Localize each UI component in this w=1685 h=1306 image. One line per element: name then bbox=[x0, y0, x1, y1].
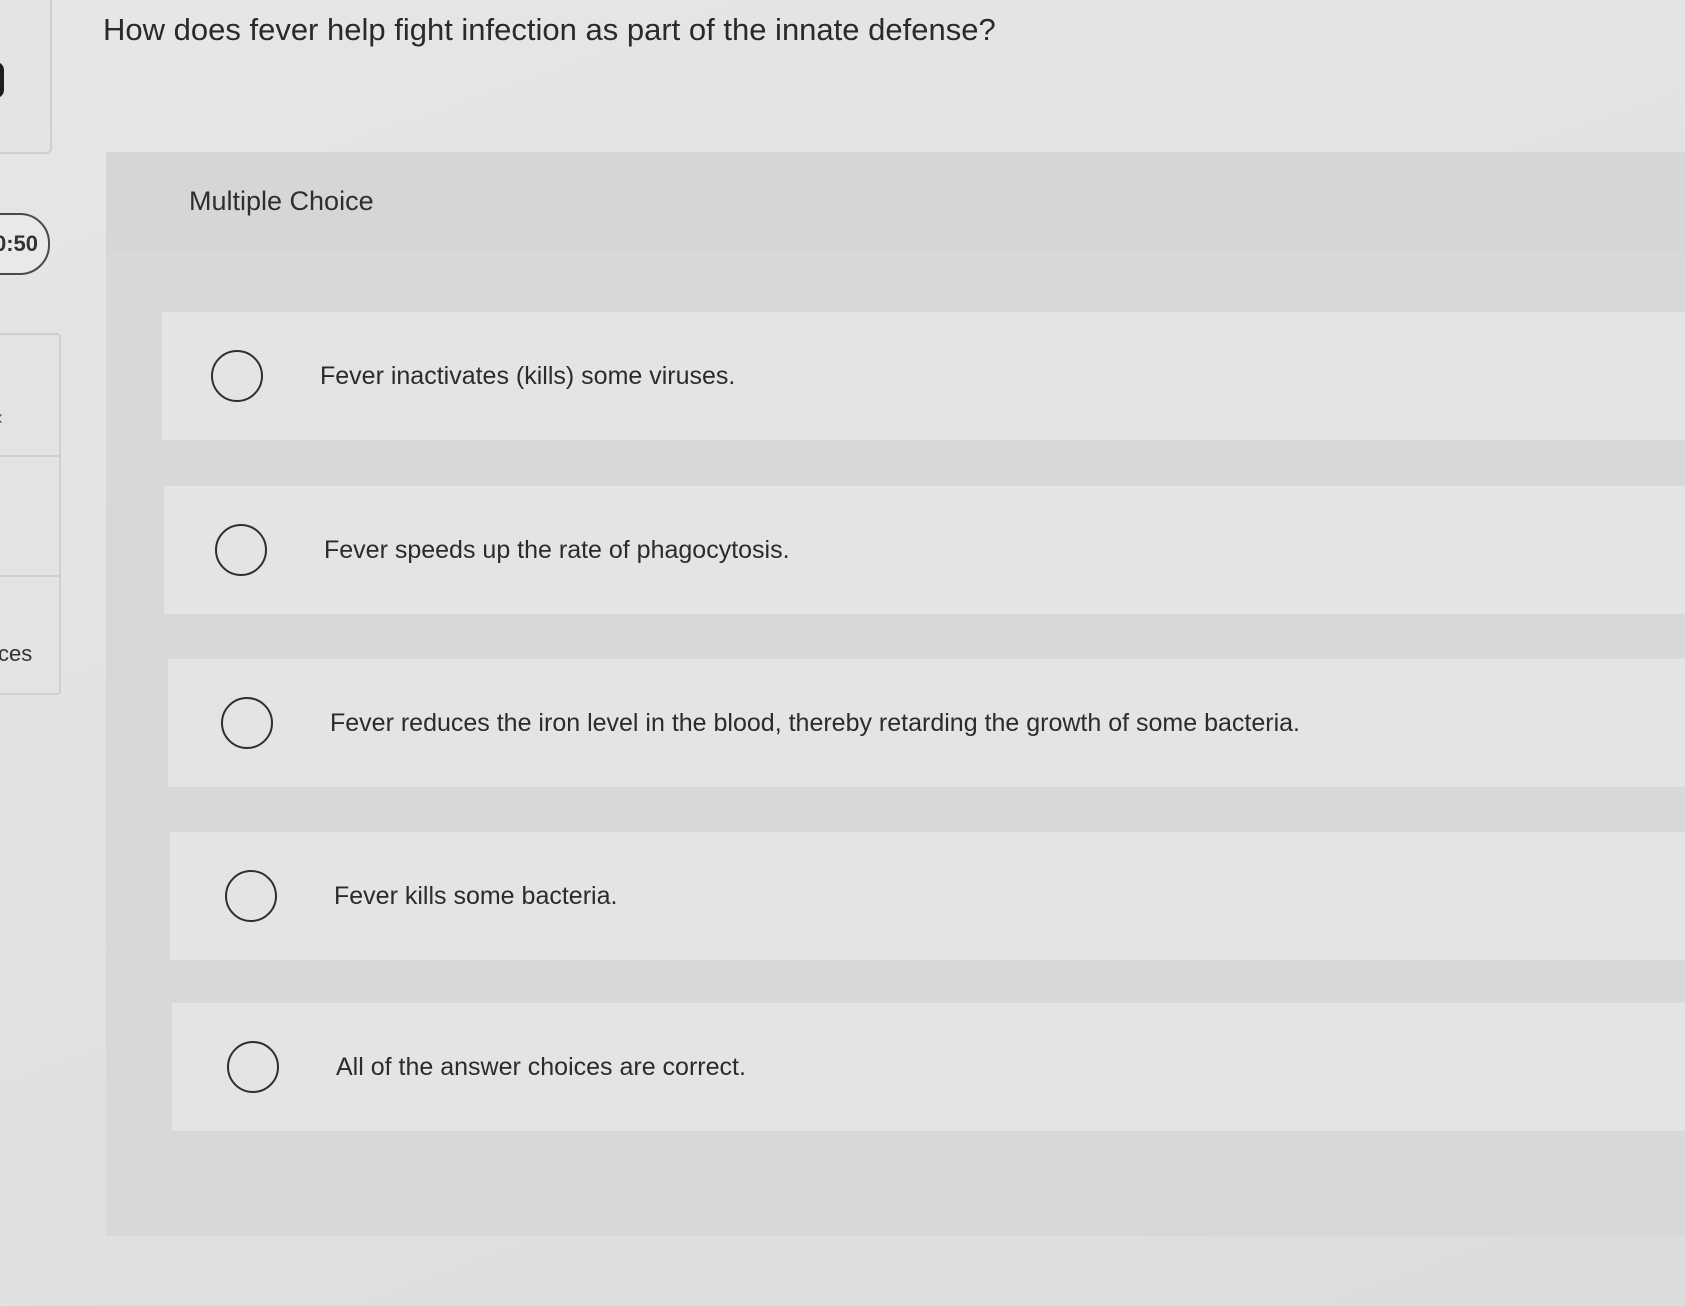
radio-button[interactable] bbox=[215, 524, 267, 576]
chevron-left-icon[interactable]: ‹ bbox=[0, 407, 3, 430]
radio-button[interactable] bbox=[221, 697, 273, 749]
answer-option-1[interactable]: Fever inactivates (kills) some viruses. bbox=[162, 312, 1685, 440]
sidebar-partial-label[interactable]: ces bbox=[0, 641, 32, 667]
answer-option-2[interactable]: Fever speeds up the rate of phagocytosis… bbox=[164, 486, 1685, 614]
timer-badge: 0:50 bbox=[0, 213, 50, 275]
answer-option-5[interactable]: All of the answer choices are correct. bbox=[172, 1003, 1685, 1131]
answer-option-label: Fever kills some bacteria. bbox=[334, 881, 618, 910]
sidebar-divider bbox=[0, 455, 59, 457]
radio-button[interactable] bbox=[225, 870, 277, 922]
question-prompt: How does fever help fight infection as p… bbox=[103, 12, 996, 47]
answer-option-label: Fever speeds up the rate of phagocytosis… bbox=[324, 535, 790, 564]
answer-option-label: All of the answer choices are correct. bbox=[336, 1052, 746, 1081]
sidebar-top-card bbox=[0, 0, 52, 154]
sidebar-edge-indicator bbox=[0, 62, 4, 98]
sidebar-nav-panel: ‹ ces bbox=[0, 333, 61, 695]
radio-button[interactable] bbox=[227, 1041, 279, 1093]
answer-option-3[interactable]: Fever reduces the iron level in the bloo… bbox=[168, 659, 1685, 787]
radio-button[interactable] bbox=[211, 350, 263, 402]
answer-options: Fever inactivates (kills) some viruses. … bbox=[106, 152, 1685, 1236]
timer-text: 0:50 bbox=[0, 231, 38, 256]
answer-option-4[interactable]: Fever kills some bacteria. bbox=[170, 832, 1685, 960]
answer-card: Multiple Choice Fever inactivates (kills… bbox=[106, 152, 1685, 1236]
answer-option-label: Fever reduces the iron level in the bloo… bbox=[330, 708, 1300, 737]
answer-option-label: Fever inactivates (kills) some viruses. bbox=[320, 361, 736, 390]
sidebar-divider bbox=[0, 575, 59, 577]
